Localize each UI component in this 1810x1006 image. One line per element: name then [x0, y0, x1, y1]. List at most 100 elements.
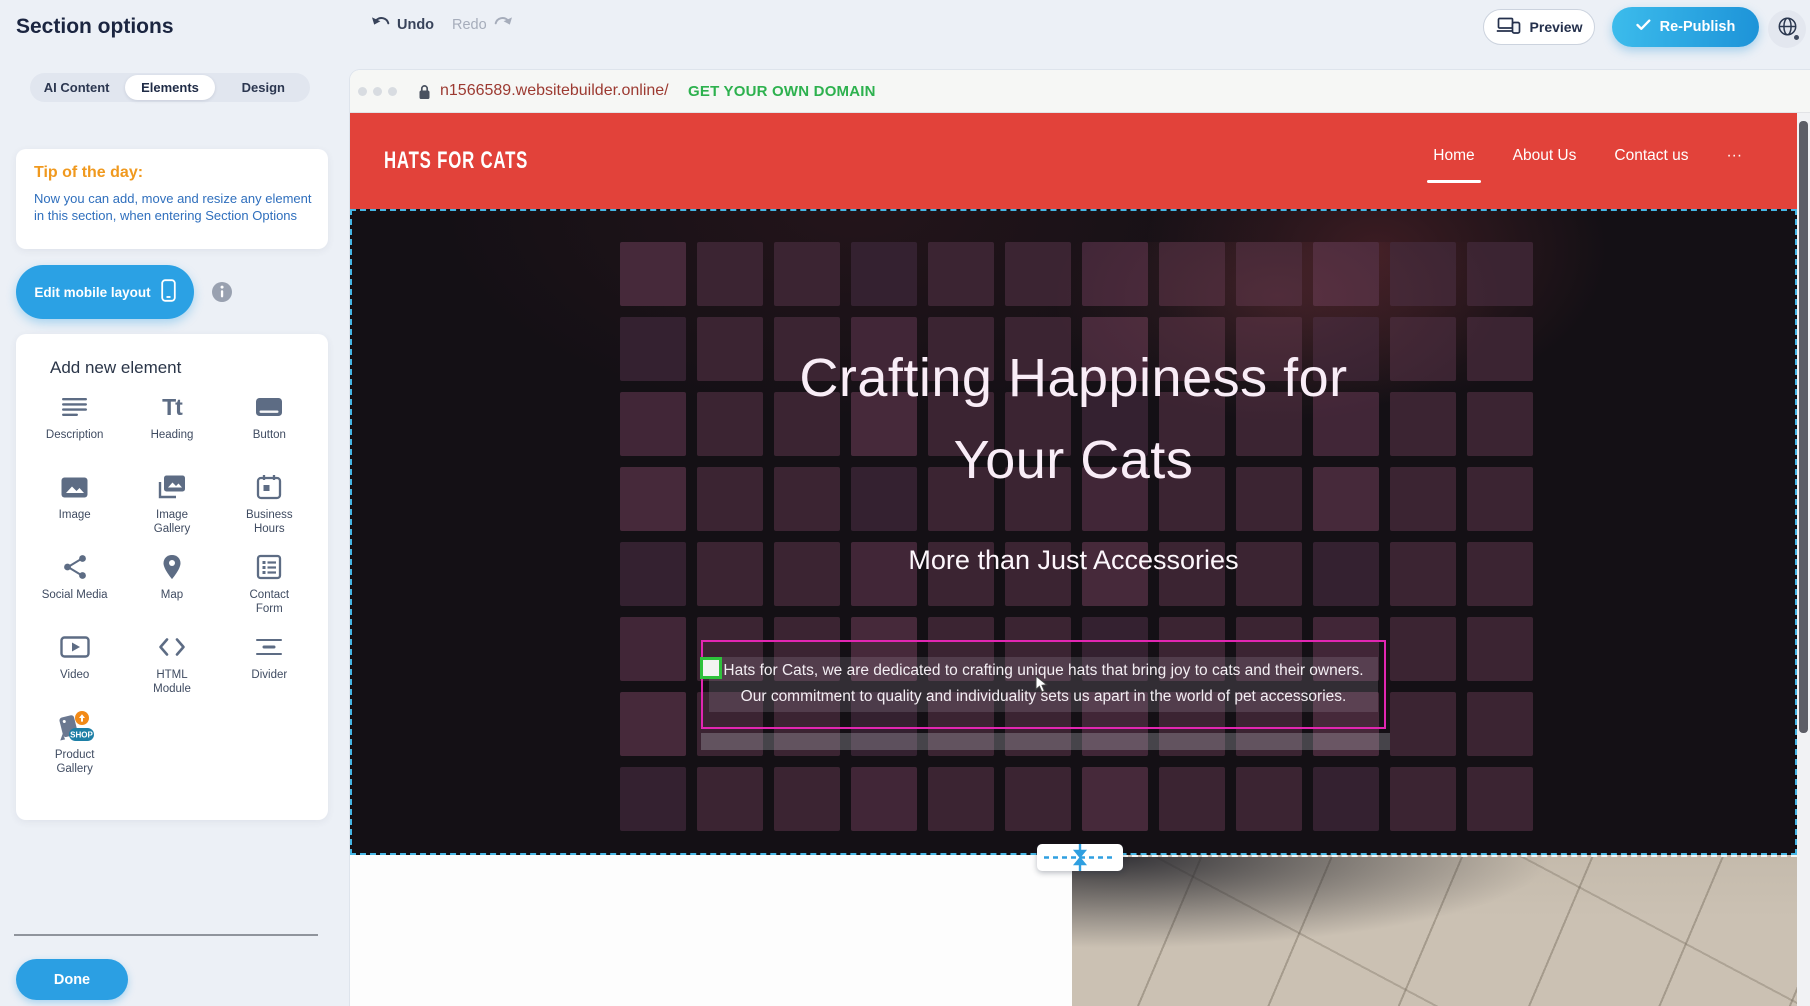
element-button[interactable]: Button	[221, 390, 318, 470]
edit-mobile-layout-button[interactable]: Edit mobile layout	[16, 265, 194, 319]
hero-tile	[1082, 242, 1148, 306]
section-options-tabs: AI Content Elements Design	[30, 73, 310, 102]
nav-home[interactable]: Home	[1433, 147, 1474, 165]
tip-title: Tip of the day:	[34, 164, 314, 182]
business-hours-icon	[256, 470, 282, 504]
element-html-module[interactable]: HTML Module	[123, 630, 220, 710]
next-section	[350, 855, 1797, 1006]
edit-mobile-label: Edit mobile layout	[34, 285, 150, 300]
site-preview-canvas: n1566589.websitebuilder.online/ GET YOUR…	[350, 70, 1810, 1006]
element-contact-form[interactable]: Contact Form	[221, 550, 318, 630]
hero-tile	[1390, 617, 1456, 681]
nav-contact-us[interactable]: Contact us	[1614, 147, 1688, 165]
element-heading[interactable]: Tt Heading	[123, 390, 220, 470]
devices-icon	[1496, 17, 1521, 37]
redo-icon	[494, 16, 513, 33]
preview-button[interactable]: Preview	[1483, 9, 1595, 45]
hero-tile	[1159, 242, 1225, 306]
element-image-gallery[interactable]: Image Gallery	[123, 470, 220, 550]
element-grid: Description Tt Heading Button Image	[26, 390, 318, 790]
hero-tile	[1082, 767, 1148, 831]
element-image[interactable]: Image	[26, 470, 123, 550]
browser-dot-3	[388, 87, 397, 96]
element-social-media[interactable]: Social Media	[26, 550, 123, 630]
element-divider[interactable]: Divider	[221, 630, 318, 710]
tab-design[interactable]: Design	[219, 75, 308, 100]
hero-tile	[1390, 767, 1456, 831]
image-icon	[61, 470, 88, 504]
site-header: HATS FOR CATS Home About Us Contact us ·…	[350, 113, 1797, 209]
hero-tile	[1467, 767, 1533, 831]
undo-icon	[371, 16, 390, 33]
hero-tile	[774, 242, 840, 306]
tab-elements[interactable]: Elements	[125, 75, 214, 100]
hero-subheading[interactable]: More than Just Accessories	[352, 545, 1795, 576]
redo-label: Redo	[452, 17, 487, 33]
image-gallery-icon	[157, 470, 186, 504]
hero-section-selected[interactable]: Crafting Happiness for Your Cats More th…	[350, 209, 1797, 855]
element-product-gallery[interactable]: SHOP Product Gallery	[26, 710, 123, 790]
hero-tile	[620, 692, 686, 756]
element-video[interactable]: Video	[26, 630, 123, 710]
hero-tile	[1313, 242, 1379, 306]
element-business-hours[interactable]: Business Hours	[221, 470, 318, 550]
republish-button[interactable]: Re-Publish	[1612, 7, 1759, 47]
map-pin-icon	[161, 550, 183, 584]
tip-body: Now you can add, move and resize any ele…	[34, 191, 320, 224]
browser-dot-2	[373, 87, 382, 96]
hero-tile	[1467, 692, 1533, 756]
canvas-scrollbar-thumb[interactable]	[1799, 121, 1808, 733]
language-globe-button[interactable]	[1768, 10, 1806, 48]
description-icon	[62, 390, 88, 424]
hero-tile	[774, 767, 840, 831]
sidebar-divider	[14, 934, 318, 936]
button-icon	[255, 390, 283, 424]
site-brand-logo[interactable]: HATS FOR CATS	[384, 147, 528, 175]
hero-tile	[928, 767, 994, 831]
add-element-title: Add new element	[50, 358, 181, 378]
nav-about-us[interactable]: About Us	[1513, 147, 1577, 165]
site-url[interactable]: n1566589.websitebuilder.online/	[440, 82, 669, 100]
hero-tile	[928, 242, 994, 306]
redo-button[interactable]: Redo	[452, 16, 513, 33]
hero-tile	[851, 767, 917, 831]
hero-tile	[1159, 767, 1225, 831]
browser-dot-1	[358, 87, 367, 96]
hero-tile	[1390, 692, 1456, 756]
hero-tile	[1467, 242, 1533, 306]
hero-tile	[851, 242, 917, 306]
hero-tile	[1236, 242, 1302, 306]
element-hover-strip	[701, 733, 1390, 750]
undo-button[interactable]: Undo	[371, 16, 434, 33]
lock-icon	[418, 84, 431, 105]
svg-text:SHOP: SHOP	[70, 731, 93, 740]
nav-more-menu[interactable]: ···	[1727, 147, 1743, 165]
hero-tile	[620, 767, 686, 831]
hero-tile	[1390, 242, 1456, 306]
undo-label: Undo	[397, 17, 434, 33]
hero-tile	[697, 242, 763, 306]
product-gallery-icon: SHOP	[55, 710, 95, 744]
browser-chrome-bar: n1566589.websitebuilder.online/ GET YOUR…	[350, 70, 1810, 113]
hero-tile	[620, 242, 686, 306]
hero-tile	[1005, 767, 1071, 831]
get-your-own-domain-link[interactable]: GET YOUR OWN DOMAIN	[688, 83, 876, 100]
element-map[interactable]: Map	[123, 550, 220, 630]
done-button[interactable]: Done	[16, 959, 128, 1000]
social-media-icon	[62, 550, 88, 584]
mouse-cursor-icon	[1035, 675, 1048, 699]
globe-badge-dot	[1793, 34, 1800, 41]
hero-tile	[1313, 767, 1379, 831]
info-icon[interactable]	[211, 281, 233, 303]
page-title: Section options	[16, 15, 174, 39]
contact-form-icon	[256, 550, 282, 584]
tab-ai-content[interactable]: AI Content	[32, 75, 121, 100]
html-module-icon	[158, 630, 186, 664]
canvas-scrollbar-track[interactable]	[1797, 113, 1810, 1006]
hero-tile	[697, 767, 763, 831]
section-resize-handle[interactable]	[1037, 844, 1123, 871]
element-description[interactable]: Description	[26, 390, 123, 470]
hero-heading[interactable]: Crafting Happiness for Your Cats	[352, 337, 1795, 501]
website-builder-app: Section options Undo Redo Preview Re-Pub…	[0, 0, 1810, 1006]
tip-of-the-day-card: Tip of the day: Now you can add, move an…	[16, 149, 328, 249]
